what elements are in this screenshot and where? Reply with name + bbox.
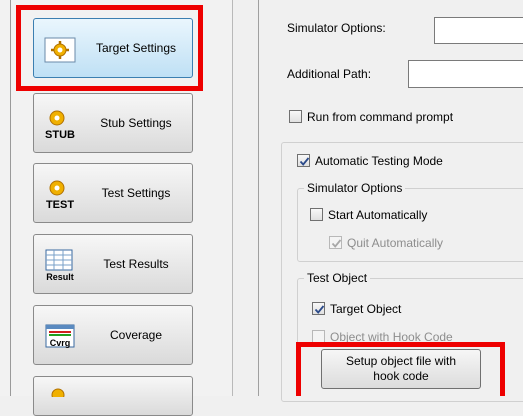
additional-path-input[interactable] [408, 60, 523, 88]
test-gear-icon: TEST [46, 180, 74, 211]
quit-automatically-label: Quit Automatically [347, 236, 444, 250]
simulator-options-group-title: Simulator Options [304, 181, 406, 195]
target-object-label: Target Object [330, 302, 402, 316]
start-automatically-label: Start Automatically [328, 208, 428, 222]
stub-icon-text: STUB [45, 129, 75, 141]
automatic-testing-mode-checkbox[interactable] [297, 154, 310, 167]
checkmark-icon [314, 305, 325, 314]
test-settings-button[interactable]: TEST Test Settings [33, 163, 193, 223]
stub-settings-label: Stub Settings [100, 116, 172, 130]
coverage-label: Coverage [109, 328, 163, 342]
stub-gear-icon: STUB [45, 110, 75, 141]
highlight-box-target [16, 5, 203, 91]
simulator-options-label: Simulator Options: [287, 21, 386, 35]
next-nav-button[interactable] [33, 376, 193, 416]
simulator-options-input[interactable] [434, 17, 523, 44]
test-results-label: Test Results [103, 257, 169, 271]
coverage-icon-text: Cvrg [50, 338, 71, 348]
run-from-command-prompt-checkbox[interactable] [289, 110, 302, 123]
run-from-command-prompt-label: Run from command prompt [307, 110, 454, 124]
test-settings-label: Test Settings [101, 186, 171, 200]
stub-settings-button[interactable]: STUB Stub Settings [33, 93, 193, 153]
checkmark-icon [299, 157, 310, 166]
left-panel-border [10, 0, 11, 396]
coverage-button[interactable]: Cvrg Coverage [33, 305, 193, 365]
coverage-icon: Cvrg [45, 324, 75, 348]
additional-path-label: Additional Path: [287, 67, 372, 81]
start-automatically-checkbox[interactable] [310, 208, 323, 221]
test-icon-text: TEST [46, 199, 74, 211]
checkmark-icon [331, 239, 342, 248]
result-table-icon: Result [45, 249, 74, 282]
highlight-box-setup [296, 342, 505, 396]
target-object-checkbox[interactable] [312, 302, 325, 315]
test-results-button[interactable]: Result Test Results [33, 234, 193, 294]
automatic-testing-mode-label: Automatic Testing Mode [315, 154, 443, 168]
quit-automatically-checkbox[interactable] [329, 236, 342, 249]
gear-icon [51, 388, 65, 397]
test-object-group-title: Test Object [304, 271, 371, 285]
splitter-line [232, 0, 233, 396]
simulator-options-group [297, 188, 523, 262]
result-icon-text: Result [46, 272, 74, 282]
